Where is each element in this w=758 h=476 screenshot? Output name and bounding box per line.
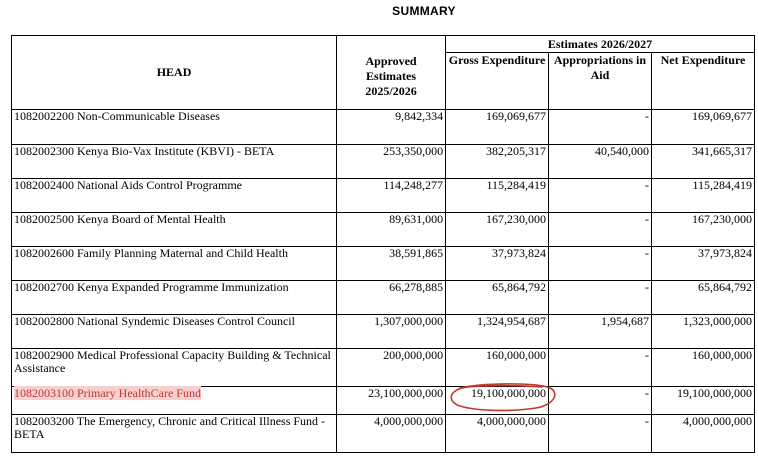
row-aia: 1,954,687 [548,314,652,349]
row-aia: 40,540,000 [548,144,652,179]
row-gross: 65,864,792 [445,280,550,315]
row-approved: 1,307,000,000 [336,314,447,349]
row-approved: 253,350,000 [336,144,447,179]
table-row: 1082002600 Family Planning Maternal and … [10,246,756,281]
row-approved: 9,842,334 [336,109,447,145]
header-net: Net Expenditure [650,52,756,110]
row-net: 160,000,000 [650,348,756,387]
table-row: 1082002500 Kenya Board of Mental Health … [10,212,756,247]
table-row: 1082003200 The Emergency, Chronic and Cr… [10,414,756,453]
row-aia: - [548,212,652,247]
row-head-name: 1082002300 Kenya Bio-Vax Institute (KBVI… [10,144,338,179]
row-gross: 1,324,954,687 [445,314,550,349]
table-row-highlighted: 1082003100 Primary HealthCare Fund 23,10… [10,383,756,415]
row-gross: 382,205,317 [445,144,550,179]
row-aia: - [548,246,652,281]
table-row: 1082002200 Non-Communicable Diseases 9,8… [10,109,756,145]
row-net: 115,284,419 [650,178,756,213]
header-approved: Approved Estimates 2025/2026 [336,35,447,110]
row-approved: 114,248,277 [336,178,447,213]
row-approved: 23,100,000,000 [336,386,447,415]
row-head-name: 1082002700 Kenya Expanded Programme Immu… [10,280,338,315]
row-net: 65,864,792 [650,280,756,315]
row-head-name: 1082002900 Medical Professional Capacity… [10,348,338,387]
row-gross: 19,100,000,000 [471,386,547,400]
summary-table: HEAD Approved Estimates 2025/2026 Estima… [10,35,756,453]
row-head-name: 1082002600 Family Planning Maternal and … [10,246,338,281]
row-gross: 167,230,000 [445,212,550,247]
row-approved: 89,631,000 [336,212,447,247]
row-gross: 115,284,419 [445,178,550,213]
row-net: 4,000,000,000 [650,414,756,453]
row-approved: 4,000,000,000 [336,414,447,453]
row-net: 169,069,677 [650,109,756,145]
page-title: SUMMARY [392,4,456,18]
row-approved: 200,000,000 [336,348,447,387]
row-head-name: 1082003200 The Emergency, Chronic and Cr… [10,414,338,453]
row-aia: - [548,280,652,315]
row-aia: - [548,109,652,145]
header-estimates-group: Estimates 2026/2027 [445,35,755,53]
row-approved: 66,278,885 [336,280,447,315]
row-head-name: 1082002400 National Aids Control Program… [10,178,338,213]
header-gross: Gross Expenditure [445,52,550,110]
table-row: 1082002300 Kenya Bio-Vax Institute (KBVI… [10,144,756,179]
table-row: 1082002400 National Aids Control Program… [10,178,756,213]
row-head-cell: 1082003100 Primary HealthCare Fund [10,386,338,415]
row-aia: - [548,178,652,213]
row-gross: 160,000,000 [445,348,550,387]
row-head-name: 1082002200 Non-Communicable Diseases [10,109,338,145]
row-net: 167,230,000 [650,212,756,247]
row-net: 1,323,000,000 [650,314,756,349]
row-head-name-highlighted: 1082003100 Primary HealthCare Fund [14,386,201,400]
row-gross: 169,069,677 [445,109,550,145]
row-net: 341,665,317 [650,144,756,179]
header-aia: Appropriations in Aid [548,52,652,110]
row-head-name: 1082002800 National Syndemic Diseases Co… [10,314,338,349]
row-approved: 38,591,865 [336,246,447,281]
row-gross: 4,000,000,000 [445,414,550,453]
row-head-name: 1082002500 Kenya Board of Mental Health [10,212,338,247]
table-row: 1082002900 Medical Professional Capacity… [10,348,756,387]
row-net: 37,973,824 [650,246,756,281]
table-row: 1082002800 National Syndemic Diseases Co… [10,314,756,349]
header-head: HEAD [10,35,338,110]
row-gross-circled-cell: 19,100,000,000 [445,383,556,415]
row-aia: - [548,414,652,453]
row-gross: 37,973,824 [445,246,550,281]
table-row: 1082002700 Kenya Expanded Programme Immu… [10,280,756,315]
row-aia: - [548,386,652,415]
row-net: 19,100,000,000 [650,386,756,415]
row-aia: - [548,348,652,387]
